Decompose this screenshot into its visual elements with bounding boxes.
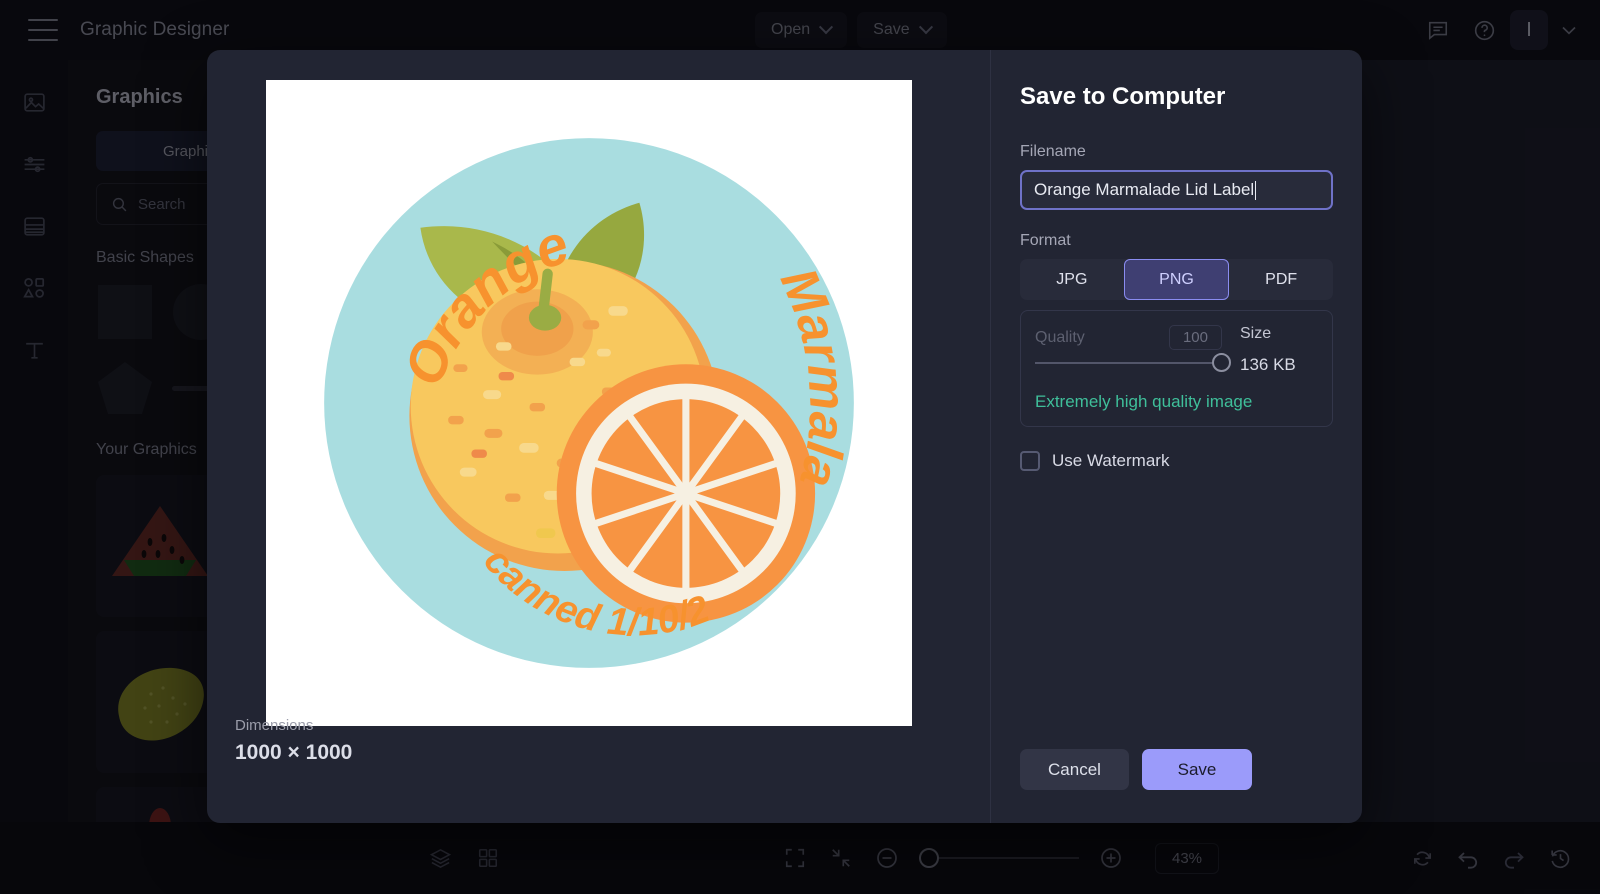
filename-label: Filename bbox=[1020, 143, 1086, 160]
save-settings-pane: Save to Computer Filename Orange Marmala… bbox=[990, 50, 1362, 823]
format-option-pdf[interactable]: PDF bbox=[1229, 259, 1333, 300]
cancel-button[interactable]: Cancel bbox=[1020, 749, 1129, 790]
quality-note: Extremely high quality image bbox=[1035, 392, 1253, 411]
size-value: 136 KB bbox=[1240, 355, 1296, 374]
artwork-preview: Orange Marmalade canned 1/10/20 bbox=[266, 80, 912, 726]
text-caret bbox=[1255, 180, 1257, 200]
quality-panel: Quality 100 Size 136 KB Extremely high q… bbox=[1020, 310, 1333, 427]
dimensions-block: Dimensions 1000 × 1000 bbox=[235, 717, 352, 765]
app-root: Graphic Designer Open Save bbox=[0, 0, 1600, 894]
quality-value: 100 bbox=[1168, 325, 1222, 350]
dialog-title: Save to Computer bbox=[1020, 83, 1226, 110]
quality-header: Quality 100 bbox=[1035, 325, 1222, 350]
format-option-png[interactable]: PNG bbox=[1123, 259, 1230, 300]
quality-row: Quality 100 Size 136 KB bbox=[1035, 325, 1318, 375]
dimensions-label: Dimensions bbox=[235, 717, 314, 734]
filename-input[interactable]: Orange Marmalade Lid Label bbox=[1020, 170, 1333, 210]
use-watermark-row[interactable]: Use Watermark bbox=[1020, 451, 1333, 471]
size-block: Size 136 KB bbox=[1222, 325, 1318, 375]
save-to-computer-dialog: Orange Marmalade canned 1/10/20 Dimensio… bbox=[207, 50, 1362, 823]
dimensions-value: 1000 × 1000 bbox=[235, 741, 353, 764]
filename-value: Orange Marmalade Lid Label bbox=[1034, 180, 1255, 199]
quality-label: Quality bbox=[1035, 328, 1085, 346]
dialog-actions: Cancel Save bbox=[991, 749, 1362, 790]
use-watermark-checkbox[interactable] bbox=[1020, 451, 1040, 471]
size-label: Size bbox=[1240, 325, 1272, 342]
orange-marmalade-artwork: Orange Marmalade canned 1/10/20 bbox=[266, 80, 858, 668]
use-watermark-label: Use Watermark bbox=[1052, 451, 1170, 470]
format-selector: JPG PNG PDF bbox=[1020, 259, 1333, 300]
preview-pane: Orange Marmalade canned 1/10/20 Dimensio… bbox=[207, 50, 990, 823]
quality-slider[interactable] bbox=[1035, 353, 1231, 372]
format-label: Format bbox=[1020, 232, 1071, 249]
save-button[interactable]: Save bbox=[1142, 749, 1252, 790]
quality-slider-handle[interactable] bbox=[1212, 353, 1231, 372]
format-option-jpg[interactable]: JPG bbox=[1020, 259, 1124, 300]
quality-left: Quality 100 bbox=[1035, 325, 1231, 372]
